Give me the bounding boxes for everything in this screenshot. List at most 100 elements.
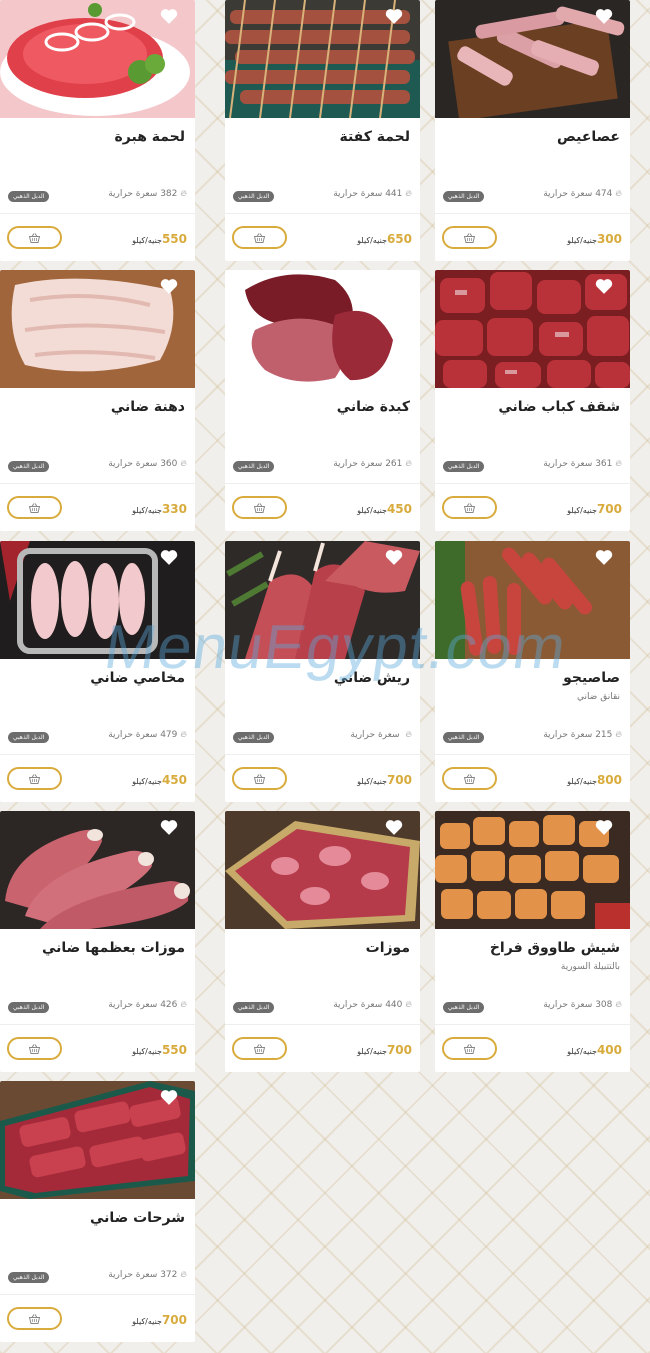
add-to-cart-button[interactable] [232,496,287,519]
calories-value: 215 [595,730,613,740]
favorite-heart-icon[interactable] [385,819,403,835]
flame-icon: 🔥︎ [180,1270,187,1280]
calories-unit: سعرة حرارية [543,730,593,740]
divider [0,754,195,755]
calories-info: 🔥︎474 سعرة حرارية [543,189,622,199]
vendor-badge: الدبل الذهبي [8,461,50,472]
price-value: 330 [161,502,187,516]
favorite-heart-icon[interactable] [595,549,613,565]
product-name[interactable]: عصاعيص [445,129,620,145]
product-name[interactable]: شيش طاووق فراخ [445,940,620,956]
product-name[interactable]: لحمة كفتة [235,129,410,145]
product-card[interactable]: شيش طاووق فراخ بالتتبيلة السورية الدبل ا… [435,811,630,1072]
product-card[interactable]: شرحات ضاني الدبل الذهبي 🔥︎372 سعرة حراري… [0,1081,195,1342]
flame-icon: 🔥︎ [615,730,622,740]
divider [0,213,195,214]
calories-unit: سعرة حرارية [350,730,400,740]
vendor-badge: الدبل الذهبي [233,461,275,472]
product-card[interactable]: دهنة ضاني الدبل الذهبي 🔥︎360 سعرة حرارية… [0,270,195,531]
price-unit: جنيه/كيلو [132,506,162,515]
price-unit: جنيه/كيلو [357,777,387,786]
add-to-cart-button[interactable] [442,226,497,249]
price-value: 300 [596,232,622,246]
favorite-heart-icon[interactable] [385,8,403,24]
product-card[interactable]: لحمة كفتة الدبل الذهبي 🔥︎441 سعرة حرارية… [225,0,420,261]
calories-unit: سعرة حرارية [543,189,593,199]
product-name[interactable]: كبدة ضاني [235,399,410,415]
add-to-cart-button[interactable] [7,1037,62,1060]
price-unit: جنيه/كيلو [132,236,162,245]
calories-value: 308 [595,1000,613,1010]
price: 300جنيه/كيلو [567,228,622,247]
favorite-heart-icon[interactable] [160,1089,178,1105]
flame-icon: 🔥︎ [180,730,187,740]
flame-icon: 🔥︎ [405,189,412,199]
calories-unit: سعرة حرارية [333,1000,383,1010]
favorite-heart-icon[interactable] [595,8,613,24]
product-card[interactable]: موزات الدبل الذهبي 🔥︎440 سعرة حرارية 700… [225,811,420,1072]
product-name[interactable]: موزات [235,940,410,956]
vendor-badge: الدبل الذهبي [443,1002,485,1013]
add-to-cart-button[interactable] [232,1037,287,1060]
product-name[interactable]: موزات بعظمها ضاني [10,940,185,956]
calories-value: 361 [595,459,613,469]
basket-icon [29,232,40,243]
price-value: 550 [161,1043,187,1057]
flame-icon: 🔥︎ [180,459,187,469]
product-name[interactable]: شرحات ضاني [10,1210,185,1226]
add-to-cart-button[interactable] [7,226,62,249]
add-to-cart-button[interactable] [442,767,497,790]
favorite-heart-icon[interactable] [595,278,613,294]
price-value: 450 [386,502,412,516]
flame-icon: 🔥︎ [615,189,622,199]
product-card[interactable]: موزات بعظمها ضاني الدبل الذهبي 🔥︎426 سعر… [0,811,195,1072]
add-to-cart-button[interactable] [232,226,287,249]
favorite-heart-icon[interactable] [595,819,613,835]
basket-icon [254,232,265,243]
favorite-heart-icon[interactable] [160,549,178,565]
basket-icon [254,502,265,513]
product-name[interactable]: لحمة هبرة [10,129,186,145]
basket-icon [254,773,265,784]
favorite-heart-icon[interactable] [385,278,403,294]
vendor-badge: الدبل الذهبي [443,732,485,743]
add-to-cart-button[interactable] [442,496,497,519]
basket-icon [29,502,40,513]
add-to-cart-button[interactable] [7,1307,62,1330]
add-to-cart-button[interactable] [7,767,62,790]
product-grid: عصاعيص الدبل الذهبي 🔥︎474 سعرة حرارية 30… [0,0,650,1353]
favorite-heart-icon[interactable] [160,8,178,24]
price-value: 450 [161,773,187,787]
product-card[interactable]: كبدة ضاني الدبل الذهبي 🔥︎261 سعرة حرارية… [225,270,420,531]
price-unit: جنيه/كيلو [567,777,597,786]
price-unit: جنيه/كيلو [567,236,597,245]
divider [435,483,630,484]
vendor-badge: الدبل الذهبي [443,191,485,202]
price-value: 650 [386,232,412,246]
add-to-cart-button[interactable] [442,1037,497,1060]
price-value: 700 [386,773,412,787]
add-to-cart-button[interactable] [232,767,287,790]
basket-icon [464,773,475,784]
price: 400جنيه/كيلو [567,1039,622,1058]
product-card[interactable]: شقف كباب ضاني الدبل الذهبي 🔥︎361 سعرة حر… [435,270,630,531]
add-to-cart-button[interactable] [7,496,62,519]
calories-value: 440 [385,1000,403,1010]
divider [435,213,630,214]
price-value: 700 [386,1043,412,1057]
basket-icon [29,1313,40,1324]
favorite-heart-icon[interactable] [160,278,178,294]
calories-value: 360 [160,459,178,469]
favorite-heart-icon[interactable] [160,819,178,835]
product-name[interactable]: شقف كباب ضاني [445,399,620,415]
product-card[interactable]: عصاعيص الدبل الذهبي 🔥︎474 سعرة حرارية 30… [435,0,630,261]
product-name[interactable]: دهنة ضاني [10,399,185,415]
divider [225,483,420,484]
basket-icon [464,1043,475,1054]
calories-value: 372 [160,1270,178,1280]
calories-info: 🔥︎441 سعرة حرارية [333,189,412,199]
basket-icon [29,773,40,784]
calories-info: 🔥︎426 سعرة حرارية [108,1000,187,1010]
favorite-heart-icon[interactable] [385,549,403,565]
product-card[interactable]: لحمة هبرة الدبل الذهبي 🔥︎382 سعرة حرارية… [0,0,195,261]
